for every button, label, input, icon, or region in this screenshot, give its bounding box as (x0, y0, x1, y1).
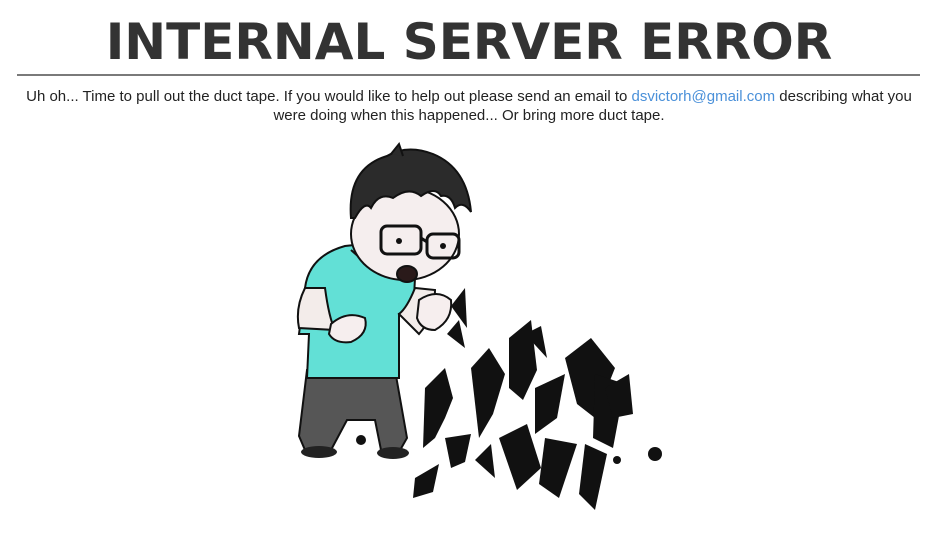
page-title: INTERNAL SERVER ERROR (105, 13, 833, 71)
error-message: Uh oh... Time to pull out the duct tape.… (10, 87, 928, 125)
broken-computer-character-icon (296, 141, 662, 510)
title-divider (17, 74, 920, 76)
message-text-before: Uh oh... Time to pull out the duct tape.… (26, 88, 632, 105)
error-page: INTERNAL SERVER ERROR Uh oh... Time to p… (0, 0, 938, 537)
pants (297, 369, 409, 454)
broken-shards (356, 288, 662, 510)
email-link[interactable]: dsvictorh@gmail.com (632, 88, 776, 105)
